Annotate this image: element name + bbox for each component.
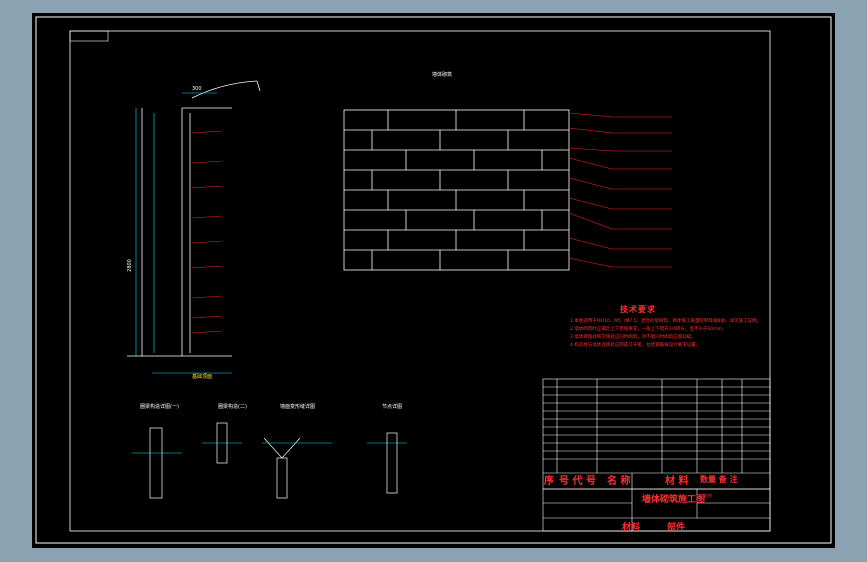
corner-tag <box>69 30 109 42</box>
bom-col-name: 名 称 <box>607 476 631 487</box>
top-dimension: 300 <box>192 86 202 92</box>
brick-wall-title: 墙体砌筑 <box>432 72 453 78</box>
bom-col-code: 号 代 号 <box>559 476 596 487</box>
detail-title-2: 圈梁构造(二) <box>218 404 247 410</box>
tech-note-4: 4.构造柱与墙体连接处应砌成马牙槎，拉结钢筋按设计要求设置。 <box>570 343 701 348</box>
tech-note-2: 2.墙体砌筑时应满足上下错缝要求，一般上下错开1/4砖长，且不小于60mm。 <box>570 327 727 332</box>
bom-table <box>542 378 771 532</box>
bom-col-seq: 序 <box>544 476 554 487</box>
material-label: 材料 <box>622 523 641 533</box>
outer-frame <box>35 16 832 544</box>
drawing-canvas: 墙体砌筑 2800 300 基础顶面 圈梁构造详图(一) 圈梁构造(二) 墙面变… <box>32 13 835 548</box>
bom-col-qty: 数量 备 注 <box>700 475 738 484</box>
cad-drawing <box>35 16 832 544</box>
scale-label: 比例 <box>704 493 712 498</box>
tech-note-1: 1.本图适用于MU10、M5（M7.5）混合砂浆砌筑，砌体施工质量控制等级B级，… <box>570 319 762 324</box>
detail-title-3: 墙面变形缝详图 <box>280 404 316 410</box>
wall-elevation <box>127 80 261 357</box>
detail-title-4: 节点详图 <box>382 404 403 410</box>
inner-frame <box>69 30 771 532</box>
bom-col-material: 材 料 <box>665 476 689 487</box>
brick-wall <box>343 109 570 271</box>
drawing-name: 墙体砌筑施工图 <box>642 495 706 505</box>
elevation-leaders <box>191 130 223 334</box>
tech-notes-title: 技术要求 <box>620 305 656 314</box>
bottom-label: 基础顶面 <box>192 374 213 380</box>
height-dimension: 2800 <box>126 259 133 272</box>
tech-note-3: 3.墙体转角处和交接处应同时砌筑，对不能同时砌筑应留斜槎。 <box>570 335 696 340</box>
detail-sketches <box>149 422 398 499</box>
detail-title-1: 圈梁构造详图(一) <box>140 404 179 410</box>
wall-leaders <box>568 112 672 268</box>
part-label: 部件 <box>667 523 686 533</box>
